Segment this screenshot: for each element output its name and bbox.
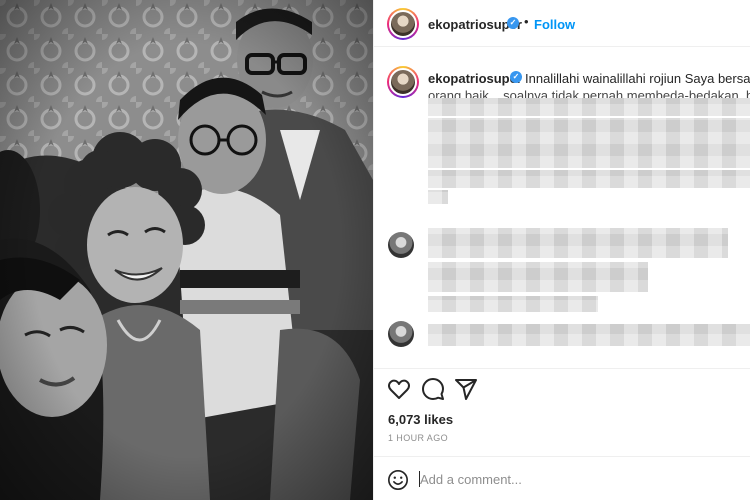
comment-bubble-icon[interactable] bbox=[421, 377, 445, 401]
verified-badge-icon: ✓ bbox=[507, 17, 519, 29]
emoji-smiley-icon[interactable] bbox=[387, 469, 409, 491]
blurred-comment bbox=[428, 228, 728, 258]
post-timestamp[interactable]: 1 HOUR AGO bbox=[388, 433, 448, 443]
add-comment-bar bbox=[374, 456, 750, 500]
commenter-avatar[interactable] bbox=[388, 321, 414, 347]
follow-button[interactable]: Follow bbox=[534, 17, 575, 32]
blurred-comment bbox=[428, 262, 648, 292]
heart-icon[interactable] bbox=[387, 377, 411, 401]
send-icon[interactable] bbox=[454, 377, 478, 401]
likes-count[interactable]: 6,073 likes bbox=[388, 412, 453, 427]
caption-username[interactable]: ekopatriosuper bbox=[428, 71, 522, 86]
post-photo[interactable] bbox=[0, 0, 373, 500]
comment-input[interactable] bbox=[420, 469, 740, 489]
post-header: ekopatriosuper ✓ • Follow bbox=[374, 0, 750, 47]
blurred-caption bbox=[428, 98, 750, 116]
action-bar bbox=[374, 368, 750, 408]
blurred-caption bbox=[428, 170, 750, 188]
caption-text: Innalillahi wainalillahi rojiun Saya ber… bbox=[525, 71, 750, 86]
blurred-caption bbox=[428, 190, 448, 204]
separator-dot: • bbox=[524, 14, 529, 29]
caption-avatar[interactable] bbox=[387, 66, 419, 98]
caption-text-cutoff: orang baik... soalnya tidak pernah membe… bbox=[428, 88, 750, 98]
verified-badge-icon: ✓ bbox=[510, 71, 522, 83]
commenter-avatar[interactable] bbox=[388, 232, 414, 258]
post-details-panel: ekopatriosuper ✓ • Follow ekopatriosuper… bbox=[373, 0, 750, 500]
group-selfie-photo bbox=[0, 0, 373, 500]
blurred-comment bbox=[428, 324, 750, 346]
caption: ekopatriosuper ✓ Innalillahi wainalillah… bbox=[374, 58, 750, 98]
blurred-comment bbox=[428, 296, 598, 312]
avatar[interactable] bbox=[387, 8, 419, 40]
blurred-caption bbox=[428, 118, 750, 168]
